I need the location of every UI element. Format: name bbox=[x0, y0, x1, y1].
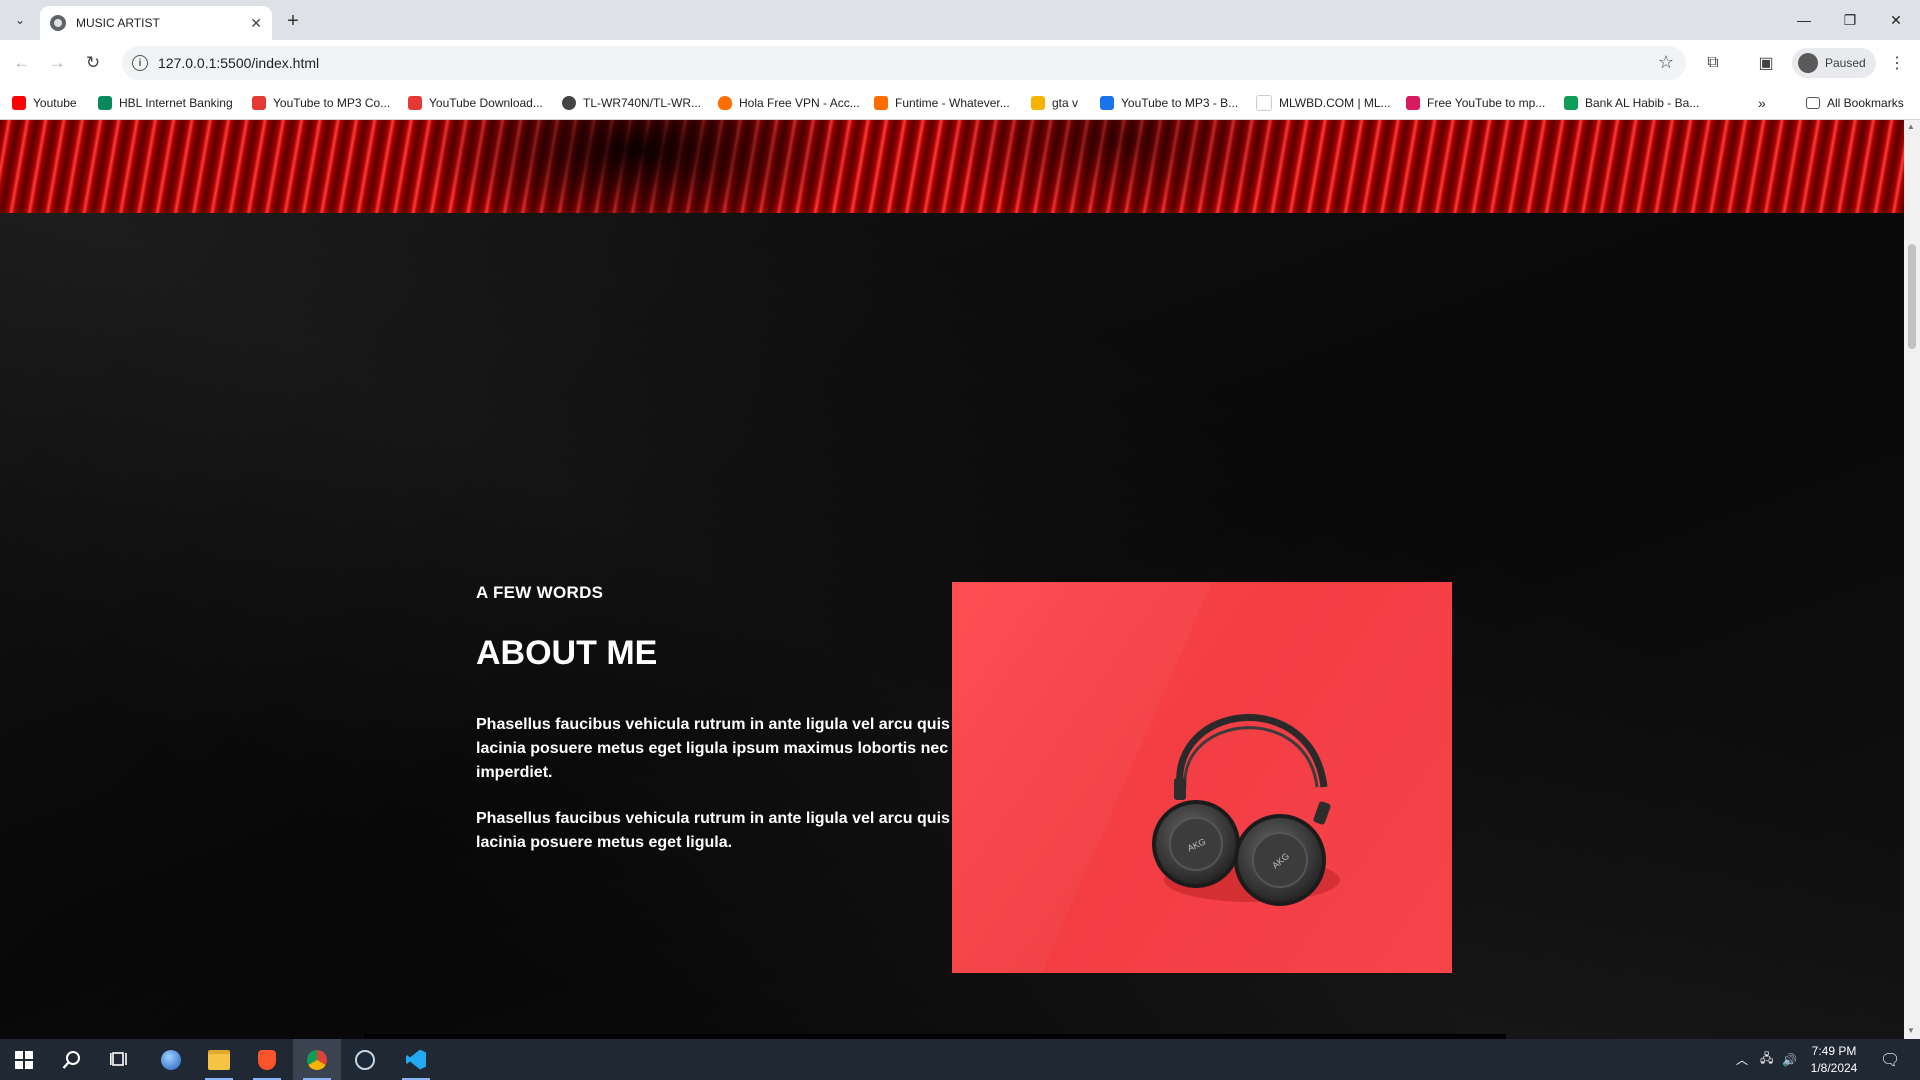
globe-icon bbox=[562, 96, 576, 110]
globe-icon bbox=[50, 15, 66, 31]
page-viewport: A FEW WORDS ABOUT ME AKG AKG Phasellus f… bbox=[0, 120, 1904, 1039]
youtube-icon bbox=[12, 96, 26, 110]
download-icon bbox=[252, 96, 266, 110]
hero-banner-image bbox=[0, 120, 1904, 213]
brave-browser-icon[interactable] bbox=[243, 1039, 291, 1080]
bookmark-star-icon[interactable]: ☆ bbox=[1658, 52, 1674, 73]
close-tab-icon[interactable]: ✕ bbox=[250, 15, 262, 32]
close-window-icon[interactable]: ✕ bbox=[1873, 0, 1919, 40]
link-icon bbox=[1406, 96, 1420, 110]
bookmark-item[interactable]: MLWBD.COM | ML... bbox=[1256, 86, 1391, 120]
browser-tab-active[interactable]: MUSIC ARTIST ✕ bbox=[40, 6, 272, 40]
network-icon[interactable]: 🖧 bbox=[1760, 1039, 1773, 1080]
address-bar[interactable]: i 127.0.0.1:5500/index.html ☆ bbox=[122, 46, 1686, 80]
bookmark-item[interactable]: HBL Internet Banking bbox=[98, 86, 233, 120]
section-heading: ABOUT ME bbox=[476, 634, 658, 672]
task-view-icon[interactable] bbox=[96, 1039, 144, 1080]
extensions-icon[interactable]: ⧉ bbox=[1700, 50, 1726, 76]
tab-strip: ⌄ MUSIC ARTIST ✕ + — ❐ ✕ bbox=[0, 0, 1920, 40]
profile-status: Paused bbox=[1825, 56, 1866, 70]
tab-search-dropdown-icon[interactable]: ⌄ bbox=[8, 8, 32, 32]
app-orb-icon[interactable] bbox=[147, 1039, 195, 1080]
bookmark-item[interactable]: Free YouTube to mp... bbox=[1406, 86, 1545, 120]
browser-toolbar: ← → ↻ i 127.0.0.1:5500/index.html ☆ ⧉ ▣ … bbox=[0, 40, 1920, 86]
restore-icon[interactable]: ❐ bbox=[1827, 0, 1873, 40]
tab-title: MUSIC ARTIST bbox=[76, 16, 160, 30]
chrome-icon[interactable] bbox=[293, 1039, 341, 1080]
bookmark-item[interactable]: YouTube to MP3 - B... bbox=[1100, 86, 1238, 120]
bookmark-item[interactable]: Youtube bbox=[12, 86, 77, 120]
bookmark-item[interactable]: Funtime - Whatever... bbox=[874, 86, 1010, 120]
start-button[interactable] bbox=[0, 1039, 48, 1080]
page-scrollbar[interactable]: ▲ ▼ bbox=[1904, 120, 1920, 1039]
about-paragraph-1: Phasellus faucibus vehicula rutrum in an… bbox=[476, 716, 950, 781]
forward-icon[interactable]: → bbox=[43, 49, 71, 77]
minimize-icon[interactable]: — bbox=[1781, 0, 1827, 40]
download-icon bbox=[408, 96, 422, 110]
bookmark-item[interactable]: Bank AL Habib - Ba... bbox=[1564, 86, 1699, 120]
bookmark-item[interactable]: YouTube Download... bbox=[408, 86, 543, 120]
scroll-up-icon[interactable]: ▲ bbox=[1907, 122, 1915, 131]
url-text[interactable]: 127.0.0.1:5500/index.html bbox=[158, 55, 319, 71]
file-explorer-icon[interactable] bbox=[195, 1039, 243, 1080]
menu-kebab-icon[interactable]: ⋮ bbox=[1884, 50, 1910, 76]
more-bookmarks-icon[interactable]: » bbox=[1758, 86, 1766, 120]
scroll-down-icon[interactable]: ▼ bbox=[1907, 1026, 1915, 1035]
hbl-icon bbox=[98, 96, 112, 110]
bookmark-item[interactable]: YouTube to MP3 Co... bbox=[252, 86, 390, 120]
back-icon[interactable]: ← bbox=[8, 49, 36, 77]
bank-icon bbox=[1564, 96, 1578, 110]
windows-logo-icon bbox=[15, 1050, 33, 1069]
steam-icon[interactable] bbox=[341, 1039, 389, 1080]
bookmark-item[interactable]: gta v bbox=[1031, 86, 1078, 120]
all-bookmarks-button[interactable]: All Bookmarks bbox=[1806, 86, 1904, 120]
profile-button[interactable]: Paused bbox=[1792, 48, 1876, 78]
side-panel-icon[interactable]: ▣ bbox=[1753, 50, 1779, 76]
clock-date: 1/8/2024 bbox=[1810, 1061, 1858, 1075]
about-paragraph-2: Phasellus faucibus vehicula rutrum in an… bbox=[476, 810, 950, 851]
tray-chevron-icon[interactable]: ︿ bbox=[1736, 1039, 1748, 1080]
bookmarks-bar: Youtube HBL Internet Banking YouTube to … bbox=[0, 86, 1920, 120]
reload-icon[interactable]: ↻ bbox=[79, 49, 107, 77]
headphones-icon: AKG AKG bbox=[1152, 714, 1340, 906]
bookmark-item[interactable]: Hola Free VPN - Acc... bbox=[718, 86, 860, 120]
flame-icon bbox=[718, 96, 732, 110]
windows-taskbar: ︿ 🖧 🔊 7:49 PM 1/8/2024 🗨 bbox=[0, 1039, 1920, 1080]
funtime-icon bbox=[874, 96, 888, 110]
blank-page-icon bbox=[1256, 95, 1272, 111]
notifications-icon[interactable]: 🗨 bbox=[1880, 1039, 1900, 1080]
search-icon[interactable] bbox=[48, 1039, 96, 1080]
folder-icon bbox=[1806, 97, 1820, 109]
download-icon bbox=[1100, 96, 1114, 110]
bookmark-item[interactable]: TL-WR740N/TL-WR... bbox=[562, 86, 701, 120]
new-tab-button[interactable]: + bbox=[280, 8, 306, 34]
clock-time: 7:49 PM bbox=[1811, 1044, 1857, 1058]
section-eyebrow: A FEW WORDS bbox=[476, 583, 604, 602]
rockstar-icon bbox=[1031, 96, 1045, 110]
vscode-icon[interactable] bbox=[392, 1039, 440, 1080]
volume-icon[interactable]: 🔊 bbox=[1782, 1039, 1797, 1080]
headphones-photo: AKG AKG bbox=[952, 582, 1452, 973]
site-info-icon[interactable]: i bbox=[132, 55, 148, 71]
taskbar-clock[interactable]: 7:49 PM 1/8/2024 bbox=[1796, 1043, 1872, 1077]
avatar bbox=[1798, 53, 1818, 73]
scrollbar-thumb[interactable] bbox=[1908, 244, 1916, 349]
